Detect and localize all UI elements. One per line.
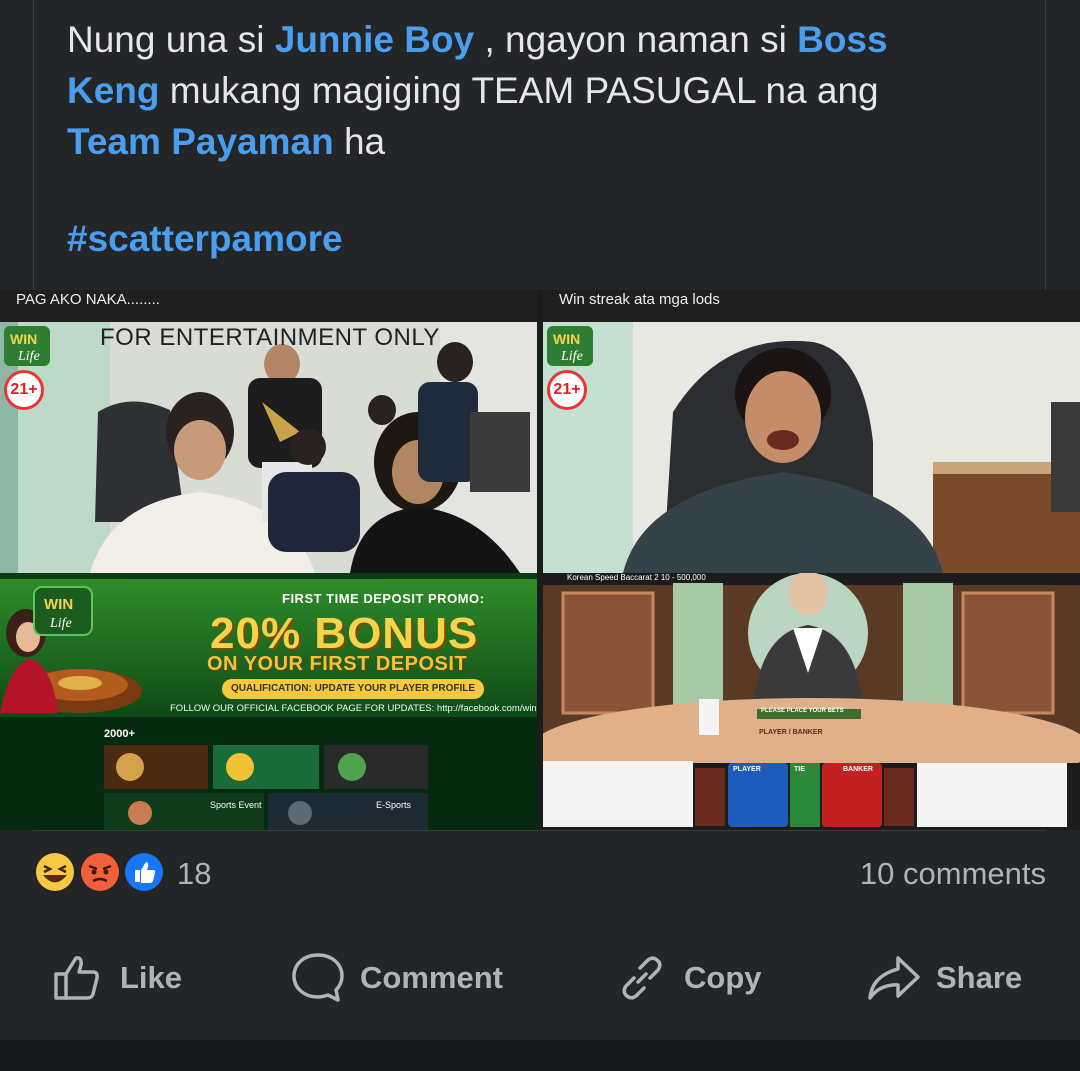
baccarat-live-table: Korean Speed Baccarat 2 10 - 500,000 PLE… xyxy=(543,573,1080,830)
caption-text: mukang magiging TEAM PASUGAL na ang xyxy=(159,70,879,111)
link-icon xyxy=(622,956,662,1000)
comment-bubble-icon xyxy=(292,953,344,1002)
casino-promo-screen: WIN Life FIRST TIME DEPOSIT PROMO: 20% B… xyxy=(0,573,537,830)
reaction-count[interactable]: 18 xyxy=(177,856,211,892)
promo-title: FIRST TIME DEPOSIT PROMO: xyxy=(282,591,485,606)
media-caption: PAG AKO NAKA........ xyxy=(0,290,537,322)
svg-text:WIN: WIN xyxy=(44,596,73,613)
copy-label: Copy xyxy=(684,960,762,995)
like-reaction-icon xyxy=(123,851,165,893)
age-restriction-badge: 21+ xyxy=(4,370,44,410)
divider xyxy=(33,830,1046,831)
like-button[interactable]: Like xyxy=(50,948,182,1008)
player-bet-label: PLAYER xyxy=(733,766,761,773)
promo-follow-text: FOLLOW OUR OFFICIAL FACEBOOK PAGE FOR UP… xyxy=(170,703,537,714)
share-label: Share xyxy=(936,960,1023,995)
comments-count[interactable]: 10 comments xyxy=(860,856,1046,892)
share-button[interactable]: Share xyxy=(866,948,1022,1008)
games-count: 2000+ xyxy=(104,728,135,740)
winlife-logo: WIN Life xyxy=(547,326,593,366)
svg-text:WIN: WIN xyxy=(553,331,580,347)
media-right-panel[interactable]: Win streak ata mga lods WIN Life 21+ Kor… xyxy=(543,290,1080,830)
esports-label: E-Sports xyxy=(376,800,412,810)
mention-junnie-boy[interactable]: Junnie Boy xyxy=(275,19,474,60)
media-left-panel[interactable]: PAG AKO NAKA........ WIN Life 21+ FOR EN… xyxy=(0,290,537,830)
winlife-logo: WIN Life xyxy=(4,326,50,366)
player-banker-label: PLAYER / BANKER xyxy=(759,729,823,736)
svg-text:Life: Life xyxy=(17,349,40,364)
hashtag-link[interactable]: #scatterpamore xyxy=(67,218,343,260)
like-label: Like xyxy=(120,960,183,995)
place-bets-label: PLEASE PLACE YOUR BETS xyxy=(761,708,844,714)
promo-qualification: QUALIFICATION: UPDATE YOUR PLAYER PROFIL… xyxy=(222,679,484,699)
room-scene xyxy=(543,322,1080,573)
promo-subtitle: ON YOUR FIRST DEPOSIT xyxy=(207,653,468,675)
webcam-image: WIN Life 21+ FOR ENTERTAINMENT ONLY xyxy=(0,322,537,573)
comment-label: Comment xyxy=(360,960,503,995)
caption-text: ha xyxy=(333,121,386,162)
promo-bonus: 20% BONUS xyxy=(210,609,479,658)
caption-text: , ngayon naman si xyxy=(474,19,798,60)
tie-bet-label: TIE xyxy=(794,766,805,773)
media-caption: Win streak ata mga lods xyxy=(543,290,1080,322)
angry-reaction-icon xyxy=(79,851,121,893)
mention-team-payaman[interactable]: Team Payaman xyxy=(67,121,334,162)
banker-bet-label: BANKER xyxy=(843,766,873,773)
post-caption: Nung una si Junnie Boy , ngayon naman si… xyxy=(67,14,967,167)
age-restriction-badge: 21+ xyxy=(547,370,587,410)
webcam-image: WIN Life 21+ xyxy=(543,322,1080,573)
baccarat-scene xyxy=(543,573,1080,830)
room-scene xyxy=(0,322,537,573)
table-title: Korean Speed Baccarat 2 10 - 500,000 xyxy=(567,573,706,582)
entertainment-overlay: FOR ENTERTAINMENT ONLY xyxy=(100,324,440,351)
feed-separator xyxy=(0,1040,1080,1071)
svg-text:Life: Life xyxy=(560,349,583,364)
caption-text: Nung una si xyxy=(67,19,275,60)
media-grid[interactable]: PAG AKO NAKA........ WIN Life 21+ FOR EN… xyxy=(0,290,1080,830)
share-arrow-icon xyxy=(868,956,920,1000)
svg-text:WIN: WIN xyxy=(10,331,37,347)
sports-event-label: Sports Event xyxy=(210,800,262,810)
copy-link-button[interactable]: Copy xyxy=(614,948,762,1008)
comment-button[interactable]: Comment xyxy=(290,948,503,1008)
reactions-summary[interactable]: 18 10 comments xyxy=(33,850,1046,898)
thumbs-up-icon xyxy=(54,956,99,1000)
haha-reaction-icon xyxy=(34,851,76,893)
svg-text:Life: Life xyxy=(49,616,72,631)
post-actions-bar: Like Comment Copy Share xyxy=(0,930,1080,1025)
